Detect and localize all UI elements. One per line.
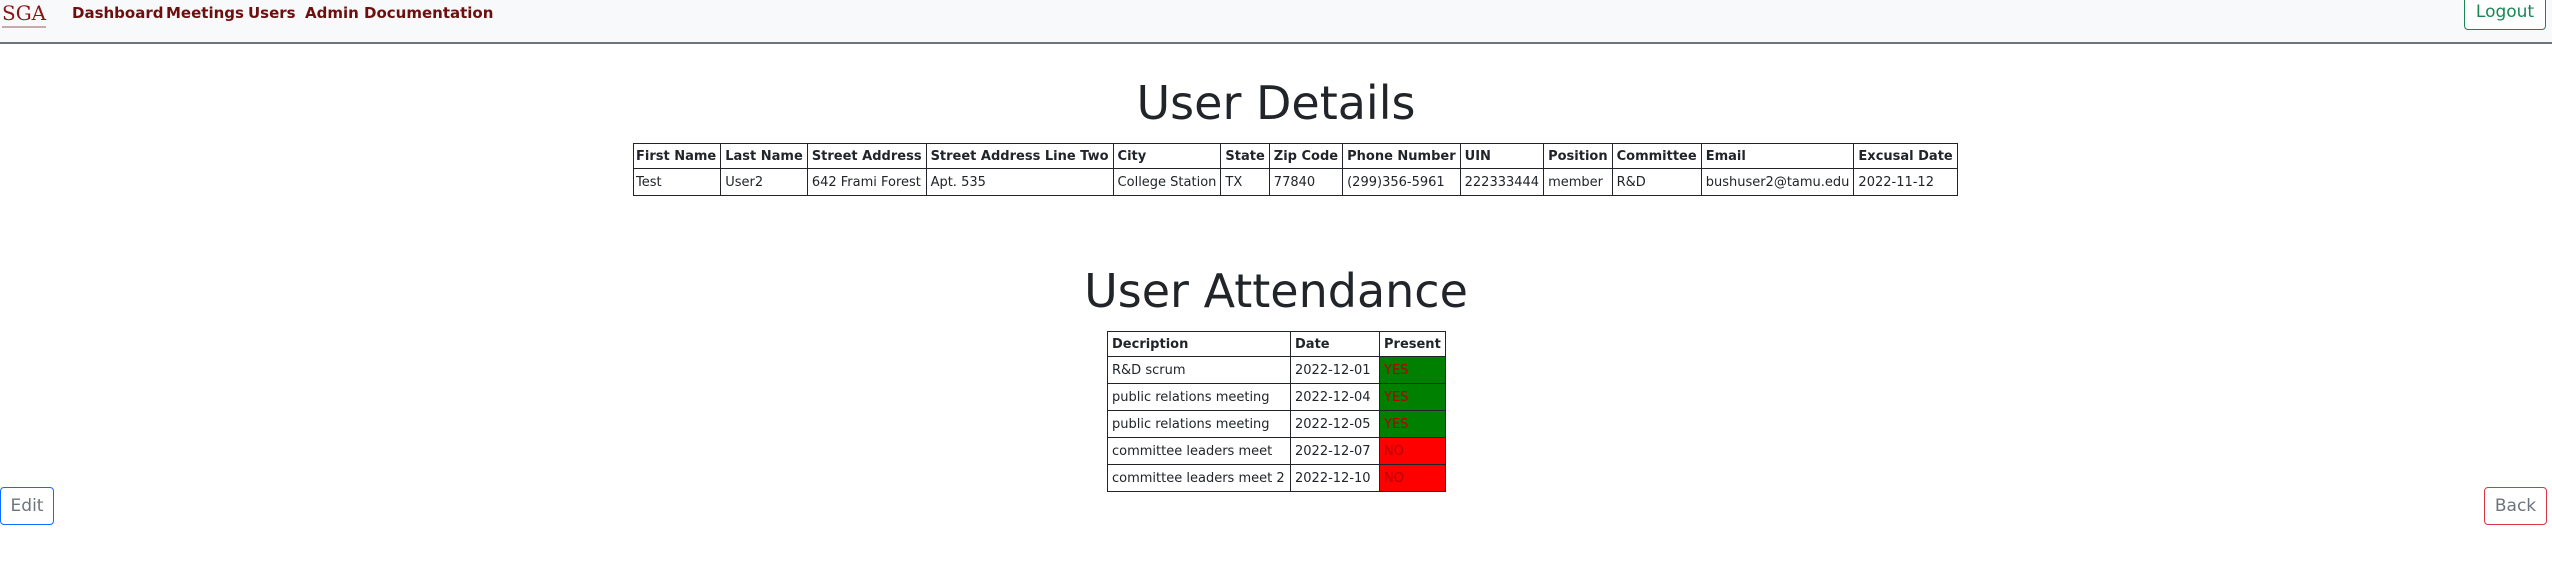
edit-button[interactable]: Edit <box>0 487 54 525</box>
present-cell: YES <box>1379 410 1446 438</box>
zip-code-cell: 77840 <box>1268 168 1344 196</box>
col-street-address-two: Street Address Line Two <box>925 143 1114 169</box>
city-cell: College Station <box>1112 168 1222 196</box>
description-cell: committee leaders meet <box>1107 437 1291 465</box>
description-cell: public relations meeting <box>1107 410 1291 438</box>
present-cell: YES <box>1379 383 1446 411</box>
col-present: Present <box>1379 331 1446 357</box>
nav-link-users[interactable]: Users <box>248 2 296 24</box>
table-row: R&D scrum 2022-12-01 YES <box>1107 356 1446 384</box>
committee-cell: R&D <box>1611 168 1702 196</box>
date-cell: 2022-12-07 <box>1290 437 1380 465</box>
col-city: City <box>1112 143 1222 169</box>
nav-link-dashboard[interactable]: Dashboard <box>72 2 163 24</box>
user-details-heading: User Details <box>1136 76 1416 130</box>
col-zip-code: Zip Code <box>1268 143 1344 169</box>
back-button[interactable]: Back <box>2484 487 2547 525</box>
top-navbar: SGA Dashboard Meetings Users Admin Docum… <box>0 0 2552 44</box>
phone-number-cell: (299)356-5961 <box>1342 168 1461 196</box>
col-first-name: First Name <box>632 143 722 169</box>
uin-cell: 222333444 <box>1459 168 1545 196</box>
date-cell: 2022-12-10 <box>1290 464 1380 492</box>
description-cell: committee leaders meet 2 <box>1107 464 1291 492</box>
table-row: Test User2 642 Frami Forest Apt. 535 Col… <box>632 168 1958 196</box>
col-date: Date <box>1290 331 1380 357</box>
last-name-cell: User2 <box>720 168 808 196</box>
user-details-table: First Name Last Name Street Address Stre… <box>632 143 1958 196</box>
sga-logo[interactable]: SGA <box>2 0 46 28</box>
first-name-cell: Test <box>632 168 722 196</box>
email-cell: bushuser2@tamu.edu <box>1700 168 1855 196</box>
nav-link-admin-documentation[interactable]: Admin Documentation <box>305 2 493 24</box>
description-cell: R&D scrum <box>1107 356 1291 384</box>
col-last-name: Last Name <box>720 143 808 169</box>
date-cell: 2022-12-05 <box>1290 410 1380 438</box>
description-cell: public relations meeting <box>1107 383 1291 411</box>
street-address-two-cell: Apt. 535 <box>925 168 1114 196</box>
position-cell: member <box>1543 168 1613 196</box>
street-address-cell: 642 Frami Forest <box>806 168 927 196</box>
nav-link-meetings[interactable]: Meetings <box>166 2 244 24</box>
user-attendance-heading: User Attendance <box>1084 264 1468 318</box>
present-cell: NO <box>1379 437 1446 465</box>
col-phone-number: Phone Number <box>1342 143 1461 169</box>
attendance-header-row: Decription Date Present <box>1107 331 1446 357</box>
col-description: Decription <box>1107 331 1291 357</box>
present-cell: NO <box>1379 464 1446 492</box>
date-cell: 2022-12-01 <box>1290 356 1380 384</box>
present-cell: YES <box>1379 356 1446 384</box>
table-row: committee leaders meet 2 2022-12-10 NO <box>1107 464 1446 492</box>
col-email: Email <box>1700 143 1855 169</box>
col-excusal-date: Excusal Date <box>1853 143 1958 169</box>
col-uin: UIN <box>1459 143 1545 169</box>
table-row: committee leaders meet 2022-12-07 NO <box>1107 437 1446 465</box>
excusal-date-cell: 2022-11-12 <box>1853 168 1958 196</box>
date-cell: 2022-12-04 <box>1290 383 1380 411</box>
logout-button[interactable]: Logout <box>2464 0 2546 30</box>
col-committee: Committee <box>1611 143 1702 169</box>
state-cell: TX <box>1220 168 1270 196</box>
table-row: public relations meeting 2022-12-04 YES <box>1107 383 1446 411</box>
col-state: State <box>1220 143 1270 169</box>
col-street-address: Street Address <box>806 143 927 169</box>
col-position: Position <box>1543 143 1613 169</box>
details-header-row: First Name Last Name Street Address Stre… <box>632 143 1958 169</box>
user-attendance-table: Decription Date Present R&D scrum 2022-1… <box>1107 331 1446 492</box>
table-row: public relations meeting 2022-12-05 YES <box>1107 410 1446 438</box>
